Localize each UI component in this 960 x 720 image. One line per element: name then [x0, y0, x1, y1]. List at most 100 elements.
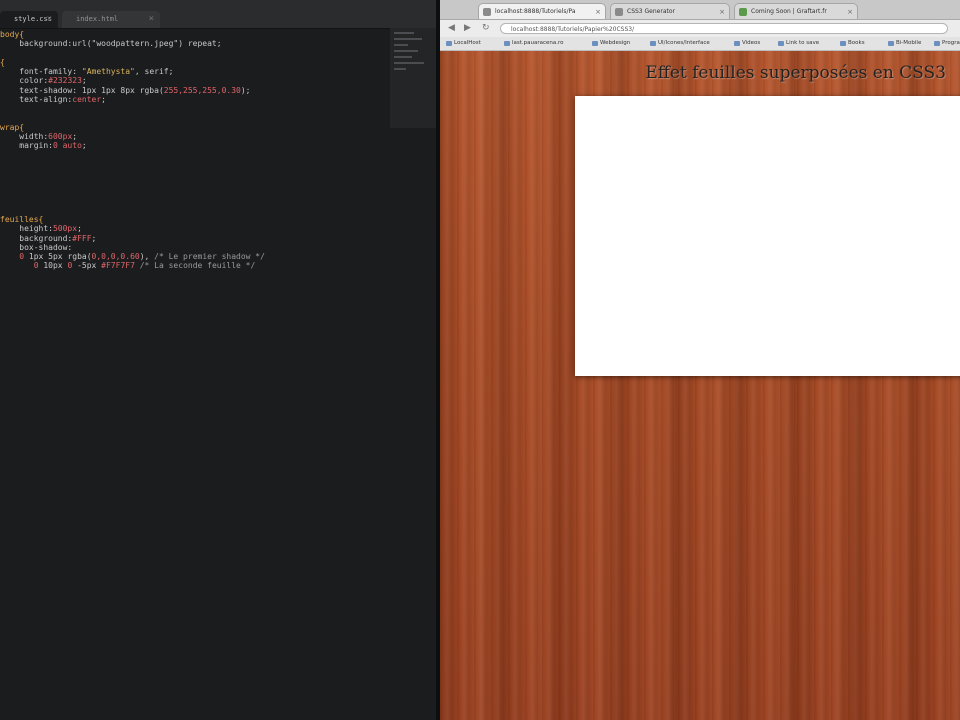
bookmark-item[interactable]: Link to save [776, 38, 819, 49]
page-viewport[interactable]: Effet feuilles superposées en CSS3 [440, 51, 960, 720]
address-bar[interactable]: localhost:8888/Tutoriels/Papier%20CSS3/ [500, 23, 948, 34]
code-token: 10px [38, 261, 68, 271]
close-icon[interactable]: × [847, 4, 853, 19]
code-token: 0,0,0,0.60 [91, 252, 140, 261]
bookmark-item[interactable]: last.pauaracena.ro [502, 38, 564, 49]
reload-button[interactable]: ↻ [482, 23, 490, 34]
code-token: ; [81, 141, 87, 150]
code-token: ; [101, 94, 106, 104]
bookmark-item[interactable]: Books [838, 38, 865, 49]
code-token: #FFF [72, 233, 92, 243]
bookmark-item[interactable]: Bi-Mobile [886, 38, 921, 49]
code-token: width: [0, 131, 49, 141]
browser-toolbar: ◀ ▶ ↻ localhost:8888/Tutoriels/Papier%20… [440, 20, 960, 37]
code-token: text-shadow: 1px 1px 8px rgba( [0, 85, 164, 95]
code-line: { [0, 58, 390, 67]
code-token: 0 [0, 261, 39, 271]
back-button[interactable]: ◀ [448, 23, 455, 34]
code-token: "Amethysta" [81, 67, 135, 76]
browser-window: localhost:8888/Tutoriels/Pa × CSS3 Gener… [440, 0, 960, 720]
code-token: font-family: [0, 67, 82, 76]
code-token: feuilles{ [0, 215, 44, 224]
code-token: 500px [52, 224, 78, 234]
code-line: text-align:center; [0, 95, 390, 104]
code-line: font-family: "Amethysta", serif; [0, 67, 390, 76]
code-token: ; [72, 131, 78, 141]
code-token: background: [0, 233, 73, 243]
browser-tab-localhost[interactable]: localhost:8888/Tutoriels/Pa × [478, 3, 606, 19]
code-token: /* Le premier shadow */ [154, 252, 265, 261]
code-line: color:#232323; [0, 76, 390, 85]
code-token: , serif; [134, 67, 174, 76]
code-token: background:url("woodpattern.jpeg") repea… [0, 39, 222, 49]
paper-sheet [575, 96, 960, 376]
forward-button[interactable]: ▶ [464, 23, 471, 34]
code-line: body{ [0, 30, 390, 39]
page-favicon-icon [739, 8, 747, 16]
editor-tab-label: index.html [76, 15, 119, 23]
code-line: background:url("woodpattern.jpeg") repea… [0, 39, 390, 48]
code-token: height: [0, 224, 53, 234]
bookmark-item[interactable]: Programming [932, 38, 960, 49]
editor-tab-bar: style.css × index.html × [0, 0, 437, 29]
code-line: margin:0 auto; [0, 141, 390, 150]
browser-tab-label: CSS3 Generator [627, 8, 675, 15]
bookmark-item[interactable]: Webdesign [590, 38, 630, 49]
code-token: body{ [0, 30, 25, 39]
code-token: 0 auto [52, 141, 82, 150]
code-editor[interactable]: style.css × index.html × body{ backgroun… [0, 0, 437, 720]
browser-tab-css3-generator[interactable]: CSS3 Generator × [610, 3, 730, 19]
bookmark-item[interactable]: UI/Icones/Interface [648, 38, 710, 49]
code-token: ), [139, 252, 155, 261]
code-token: text-align: [0, 94, 73, 104]
browser-tab-coming-soon[interactable]: Coming Soon | Graftart.fr × [734, 3, 858, 19]
browser-tab-label: Coming Soon | Graftart.fr [751, 8, 827, 15]
browser-tab-label: localhost:8888/Tutoriels/Pa [495, 8, 576, 15]
code-token: 0 [0, 252, 25, 261]
code-line: height:500px; [0, 224, 390, 233]
close-icon[interactable]: × [719, 4, 725, 19]
code-line: wrap{ [0, 123, 390, 132]
code-token: color: [0, 76, 49, 86]
code-token: ); [240, 85, 251, 95]
code-area[interactable]: body{ background:url("woodpattern.jpeg")… [0, 30, 390, 271]
close-icon[interactable]: × [149, 11, 154, 28]
bookmark-item[interactable]: Videos [732, 38, 760, 49]
bookmarks-bar: LocalHost last.pauaracena.ro Webdesign U… [440, 37, 960, 51]
editor-tab-index[interactable]: index.html × [62, 11, 160, 28]
code-token: ; [91, 233, 97, 243]
page-favicon-icon [615, 8, 623, 16]
code-token: margin: [0, 141, 53, 150]
code-token: 255,255,255,0.30 [163, 85, 241, 95]
code-token: /* La seconde feuille */ [139, 261, 256, 271]
browser-tab-bar: localhost:8888/Tutoriels/Pa × CSS3 Gener… [440, 0, 960, 20]
page-title: Effet feuilles superposées en CSS3 [645, 63, 946, 83]
code-token: box-shadow: [0, 242, 73, 252]
editor-tab-style[interactable]: style.css × [0, 11, 58, 28]
close-icon[interactable]: × [595, 4, 601, 19]
code-token: ; [77, 224, 82, 234]
code-token: #232323 [48, 76, 82, 86]
code-token: 1px 5px rgba( [24, 252, 92, 261]
code-token: { [0, 57, 5, 67]
close-icon[interactable]: × [47, 11, 52, 28]
code-token: -5px [72, 261, 102, 271]
code-token: ; [81, 76, 87, 86]
bookmark-item[interactable]: LocalHost [444, 38, 481, 49]
code-token: #F7F7F7 [101, 261, 135, 271]
minimap[interactable] [390, 28, 437, 128]
code-line: width:600px; [0, 132, 390, 141]
code-line: 0 1px 5px rgba(0,0,0,0.60), /* Le premie… [0, 252, 390, 261]
code-token: 600px [48, 131, 73, 141]
code-line: background:#FFF; [0, 234, 390, 243]
